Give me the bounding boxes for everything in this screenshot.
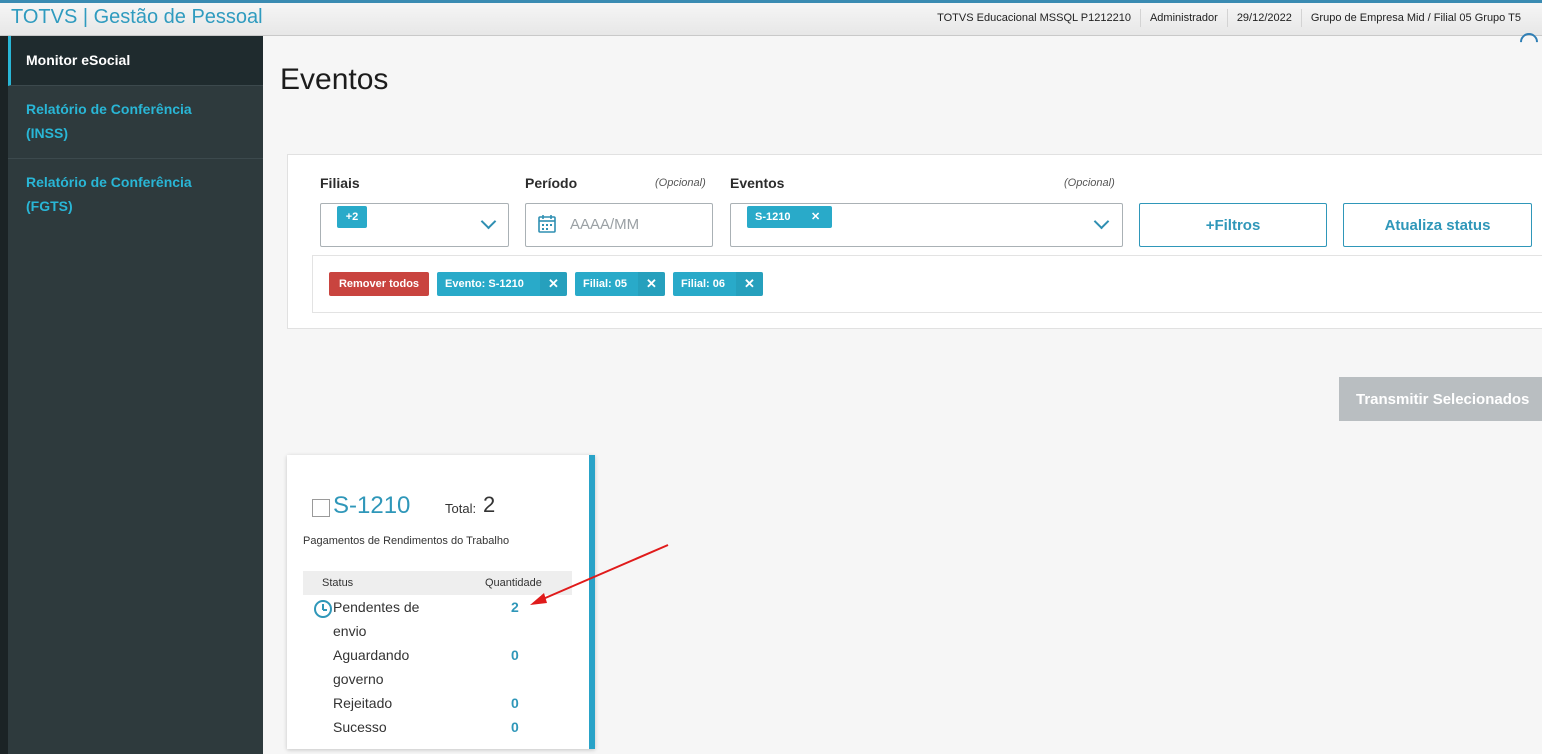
close-icon[interactable]: ✕ xyxy=(638,272,665,296)
eventos-optional-label: (Opcional) xyxy=(1064,177,1115,189)
pendentes-count[interactable]: 2 xyxy=(511,595,519,619)
sidebar-item-label: Relatório de Conferência xyxy=(26,174,192,190)
event-description: Pagamentos de Rendimentos do Trabalho xyxy=(303,535,510,547)
date-label: 29/12/2022 xyxy=(1226,9,1301,27)
filter-tag-evento: Evento: S-1210 ✕ xyxy=(437,272,567,296)
page-title: Eventos xyxy=(280,63,389,96)
periodo-field[interactable]: AAAA/MM xyxy=(525,203,713,247)
status-column-header: Status xyxy=(322,577,354,589)
sidebar-item-label: (FGTS) xyxy=(26,198,73,214)
eventos-label: Eventos xyxy=(730,175,785,191)
status-label: envio xyxy=(333,623,367,639)
sidebar-item-relatorio-inss[interactable]: Relatório de Conferência (INSS) xyxy=(8,86,263,159)
eventos-selected-chip: S-1210 ✕ xyxy=(747,206,832,228)
company-label[interactable]: Grupo de Empresa Mid / Filial 05 Grupo T… xyxy=(1300,9,1530,27)
status-label: governo xyxy=(333,671,384,687)
close-icon[interactable]: ✕ xyxy=(736,272,763,296)
event-select-checkbox[interactable] xyxy=(312,499,330,517)
filter-tag-label: Filial: 06 xyxy=(681,278,726,290)
top-accent-line xyxy=(0,0,1542,3)
status-label: Pendentes de xyxy=(333,599,420,615)
update-status-button[interactable]: Atualiza status xyxy=(1343,203,1532,247)
event-code[interactable]: S-1210 xyxy=(333,492,410,520)
filter-tag-filial-05: Filial: 05 ✕ xyxy=(575,272,665,296)
total-value: 2 xyxy=(483,492,496,517)
status-row-sucesso: Sucesso xyxy=(333,715,443,739)
eventos-select[interactable]: S-1210 ✕ xyxy=(730,203,1123,247)
filiais-count-chip: +2 xyxy=(337,206,367,228)
sidebar-item-relatorio-fgts[interactable]: Relatório de Conferência (FGTS) xyxy=(8,159,263,232)
close-icon[interactable]: ✕ xyxy=(811,206,820,228)
close-icon[interactable]: ✕ xyxy=(540,272,567,296)
aguardando-count[interactable]: 0 xyxy=(511,643,519,667)
chevron-down-icon[interactable] xyxy=(1093,213,1110,230)
sidebar: Monitor eSocial Relatório de Conferência… xyxy=(0,36,263,754)
sidebar-item-monitor-esocial[interactable]: Monitor eSocial xyxy=(8,36,263,86)
status-row-pendentes: Pendentes de envio xyxy=(333,595,443,643)
sidebar-item-label: (INSS) xyxy=(26,125,68,141)
calendar-icon[interactable] xyxy=(538,214,556,234)
app-title: TOTVS | Gestão de Pessoal xyxy=(11,6,263,28)
environment-label: TOTVS Educacional MSSQL P1212210 xyxy=(937,12,1131,24)
periodo-optional-label: (Opcional) xyxy=(655,177,706,189)
top-info-bar: TOTVS Educacional MSSQL P1212210 Adminis… xyxy=(928,9,1530,27)
more-filters-button[interactable]: +Filtros xyxy=(1139,203,1327,247)
status-label: Sucesso xyxy=(333,719,387,735)
filiais-select[interactable]: +2 xyxy=(320,203,509,247)
filter-tag-label: Evento: S-1210 xyxy=(445,278,524,290)
filter-tag-filial-06: Filial: 06 ✕ xyxy=(673,272,763,296)
status-label: Aguardando xyxy=(333,647,410,663)
status-label: Rejeitado xyxy=(333,695,393,711)
rejeitado-count[interactable]: 0 xyxy=(511,691,519,715)
annotation-arrow xyxy=(530,544,669,605)
status-row-aguardando: Aguardando governo xyxy=(333,643,443,691)
periodo-label: Período xyxy=(525,175,578,191)
status-row-rejeitado: Rejeitado xyxy=(333,691,443,715)
filter-tag-label: Filial: 05 xyxy=(583,278,628,290)
chevron-down-icon[interactable] xyxy=(480,213,497,230)
sidebar-edge xyxy=(0,36,8,754)
remove-all-button[interactable]: Remover todos xyxy=(329,272,429,296)
sucesso-count[interactable]: 0 xyxy=(511,715,519,739)
sidebar-item-label: Relatório de Conferência xyxy=(26,101,192,117)
eventos-chip-label: S-1210 xyxy=(755,211,791,223)
filiais-label: Filiais xyxy=(320,175,360,191)
user-label[interactable]: Administrador xyxy=(1139,9,1227,27)
total-label: Total: xyxy=(445,501,477,516)
top-bar: TOTVS | Gestão de Pessoal TOTVS Educacio… xyxy=(0,0,1542,36)
clock-icon xyxy=(314,600,332,618)
periodo-placeholder: AAAA/MM xyxy=(570,216,640,233)
transmit-selected-button[interactable]: Transmitir Selecionados xyxy=(1339,377,1542,421)
